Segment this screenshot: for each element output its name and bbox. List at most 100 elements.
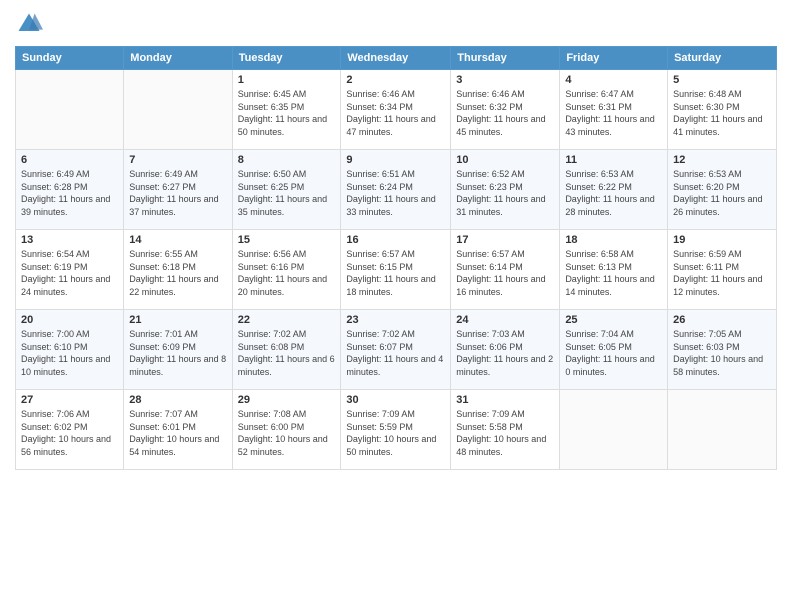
day-info: Sunrise: 7:05 AM Sunset: 6:03 PM Dayligh… [673,328,771,378]
week-row-4: 27 Sunrise: 7:06 AM Sunset: 6:02 PM Dayli… [16,390,777,470]
calendar-cell [560,390,668,470]
day-number: 28 [129,394,226,406]
day-number: 18 [565,234,662,246]
calendar-cell: 23 Sunrise: 7:02 AM Sunset: 6:07 PM Dayli… [341,310,451,390]
week-row-3: 20 Sunrise: 7:00 AM Sunset: 6:10 PM Dayli… [16,310,777,390]
calendar-cell: 6 Sunrise: 6:49 AM Sunset: 6:28 PM Daylig… [16,150,124,230]
day-info: Sunrise: 6:49 AM Sunset: 6:27 PM Dayligh… [129,168,226,218]
calendar-body: 1 Sunrise: 6:45 AM Sunset: 6:35 PM Daylig… [16,70,777,470]
day-number: 16 [346,234,445,246]
week-row-2: 13 Sunrise: 6:54 AM Sunset: 6:19 PM Dayli… [16,230,777,310]
day-info: Sunrise: 6:46 AM Sunset: 6:34 PM Dayligh… [346,88,445,138]
page: SundayMondayTuesdayWednesdayThursdayFrid… [0,0,792,612]
day-number: 19 [673,234,771,246]
day-number: 15 [238,234,336,246]
day-number: 9 [346,154,445,166]
calendar-cell: 27 Sunrise: 7:06 AM Sunset: 6:02 PM Dayli… [16,390,124,470]
day-info: Sunrise: 6:51 AM Sunset: 6:24 PM Dayligh… [346,168,445,218]
logo-icon [15,10,43,38]
calendar-cell: 15 Sunrise: 6:56 AM Sunset: 6:16 PM Dayli… [232,230,341,310]
day-number: 17 [456,234,554,246]
day-number: 12 [673,154,771,166]
weekday-header-wednesday: Wednesday [341,47,451,70]
day-number: 31 [456,394,554,406]
day-info: Sunrise: 6:57 AM Sunset: 6:15 PM Dayligh… [346,248,445,298]
week-row-0: 1 Sunrise: 6:45 AM Sunset: 6:35 PM Daylig… [16,70,777,150]
calendar-cell: 18 Sunrise: 6:58 AM Sunset: 6:13 PM Dayli… [560,230,668,310]
calendar-cell: 7 Sunrise: 6:49 AM Sunset: 6:27 PM Daylig… [124,150,232,230]
header [15,10,777,38]
weekday-header-sunday: Sunday [16,47,124,70]
day-info: Sunrise: 6:49 AM Sunset: 6:28 PM Dayligh… [21,168,118,218]
calendar-cell: 22Sunrise: 7:02 AM Sunset: 6:08 PM Dayli… [232,310,341,390]
day-number: 26 [673,314,771,326]
day-number: 24 [456,314,554,326]
calendar-cell: 12 Sunrise: 6:53 AM Sunset: 6:20 PM Dayli… [668,150,777,230]
weekday-header-tuesday: Tuesday [232,47,341,70]
day-number: 11 [565,154,662,166]
day-info: Sunrise: 6:53 AM Sunset: 6:22 PM Dayligh… [565,168,662,218]
calendar-cell: 31 Sunrise: 7:09 AM Sunset: 5:58 PM Dayli… [451,390,560,470]
day-number: 14 [129,234,226,246]
day-number: 13 [21,234,118,246]
day-info: Sunrise: 7:06 AM Sunset: 6:02 PM Dayligh… [21,408,118,458]
day-number: 7 [129,154,226,166]
weekday-header-saturday: Saturday [668,47,777,70]
day-number: 30 [346,394,445,406]
day-info: Sunrise: 6:59 AM Sunset: 6:11 PM Dayligh… [673,248,771,298]
calendar-cell: 2 Sunrise: 6:46 AM Sunset: 6:34 PM Daylig… [341,70,451,150]
logo [15,10,47,38]
day-info: Sunrise: 6:53 AM Sunset: 6:20 PM Dayligh… [673,168,771,218]
calendar-cell: 14Sunrise: 6:55 AM Sunset: 6:18 PM Dayli… [124,230,232,310]
day-info: Sunrise: 7:03 AM Sunset: 6:06 PM Dayligh… [456,328,554,378]
calendar-cell: 28 Sunrise: 7:07 AM Sunset: 6:01 PM Dayli… [124,390,232,470]
day-info: Sunrise: 6:45 AM Sunset: 6:35 PM Dayligh… [238,88,336,138]
calendar-cell: 8 Sunrise: 6:50 AM Sunset: 6:25 PM Daylig… [232,150,341,230]
day-info: Sunrise: 6:54 AM Sunset: 6:19 PM Dayligh… [21,248,118,298]
calendar-cell: 13 Sunrise: 6:54 AM Sunset: 6:19 PM Dayli… [16,230,124,310]
day-info: Sunrise: 7:00 AM Sunset: 6:10 PM Dayligh… [21,328,118,378]
calendar-cell: 17 Sunrise: 6:57 AM Sunset: 6:14 PM Dayli… [451,230,560,310]
day-number: 4 [565,74,662,86]
calendar-cell: 20 Sunrise: 7:00 AM Sunset: 6:10 PM Dayli… [16,310,124,390]
day-info: Sunrise: 7:09 AM Sunset: 5:58 PM Dayligh… [456,408,554,458]
day-info: Sunrise: 6:57 AM Sunset: 6:14 PM Dayligh… [456,248,554,298]
weekday-row: SundayMondayTuesdayWednesdayThursdayFrid… [16,47,777,70]
day-number: 23 [346,314,445,326]
day-info: Sunrise: 7:07 AM Sunset: 6:01 PM Dayligh… [129,408,226,458]
calendar-cell: 30Sunrise: 7:09 AM Sunset: 5:59 PM Dayli… [341,390,451,470]
day-number: 6 [21,154,118,166]
calendar-cell [124,70,232,150]
calendar-cell: 19 Sunrise: 6:59 AM Sunset: 6:11 PM Dayli… [668,230,777,310]
calendar-cell: 16 Sunrise: 6:57 AM Sunset: 6:15 PM Dayli… [341,230,451,310]
day-info: Sunrise: 7:02 AM Sunset: 6:08 PM Dayligh… [238,328,336,378]
day-number: 10 [456,154,554,166]
calendar-cell: 9 Sunrise: 6:51 AM Sunset: 6:24 PM Daylig… [341,150,451,230]
week-row-1: 6 Sunrise: 6:49 AM Sunset: 6:28 PM Daylig… [16,150,777,230]
calendar-cell: 1 Sunrise: 6:45 AM Sunset: 6:35 PM Daylig… [232,70,341,150]
calendar-cell: 4Sunrise: 6:47 AM Sunset: 6:31 PM Daylig… [560,70,668,150]
day-info: Sunrise: 6:48 AM Sunset: 6:30 PM Dayligh… [673,88,771,138]
day-info: Sunrise: 6:50 AM Sunset: 6:25 PM Dayligh… [238,168,336,218]
day-info: Sunrise: 7:02 AM Sunset: 6:07 PM Dayligh… [346,328,445,378]
day-info: Sunrise: 6:58 AM Sunset: 6:13 PM Dayligh… [565,248,662,298]
day-number: 5 [673,74,771,86]
calendar-cell: 26 Sunrise: 7:05 AM Sunset: 6:03 PM Dayli… [668,310,777,390]
day-number: 21 [129,314,226,326]
day-number: 20 [21,314,118,326]
day-info: Sunrise: 7:01 AM Sunset: 6:09 PM Dayligh… [129,328,226,378]
day-info: Sunrise: 7:04 AM Sunset: 6:05 PM Dayligh… [565,328,662,378]
day-number: 2 [346,74,445,86]
day-info: Sunrise: 6:52 AM Sunset: 6:23 PM Dayligh… [456,168,554,218]
calendar-cell: 11 Sunrise: 6:53 AM Sunset: 6:22 PM Dayli… [560,150,668,230]
day-info: Sunrise: 6:46 AM Sunset: 6:32 PM Dayligh… [456,88,554,138]
day-number: 27 [21,394,118,406]
weekday-header-thursday: Thursday [451,47,560,70]
day-info: Sunrise: 6:56 AM Sunset: 6:16 PM Dayligh… [238,248,336,298]
calendar-cell: 3Sunrise: 6:46 AM Sunset: 6:32 PM Daylig… [451,70,560,150]
day-number: 8 [238,154,336,166]
weekday-header-friday: Friday [560,47,668,70]
day-number: 1 [238,74,336,86]
day-info: Sunrise: 7:08 AM Sunset: 6:00 PM Dayligh… [238,408,336,458]
calendar-cell: 5 Sunrise: 6:48 AM Sunset: 6:30 PM Daylig… [668,70,777,150]
